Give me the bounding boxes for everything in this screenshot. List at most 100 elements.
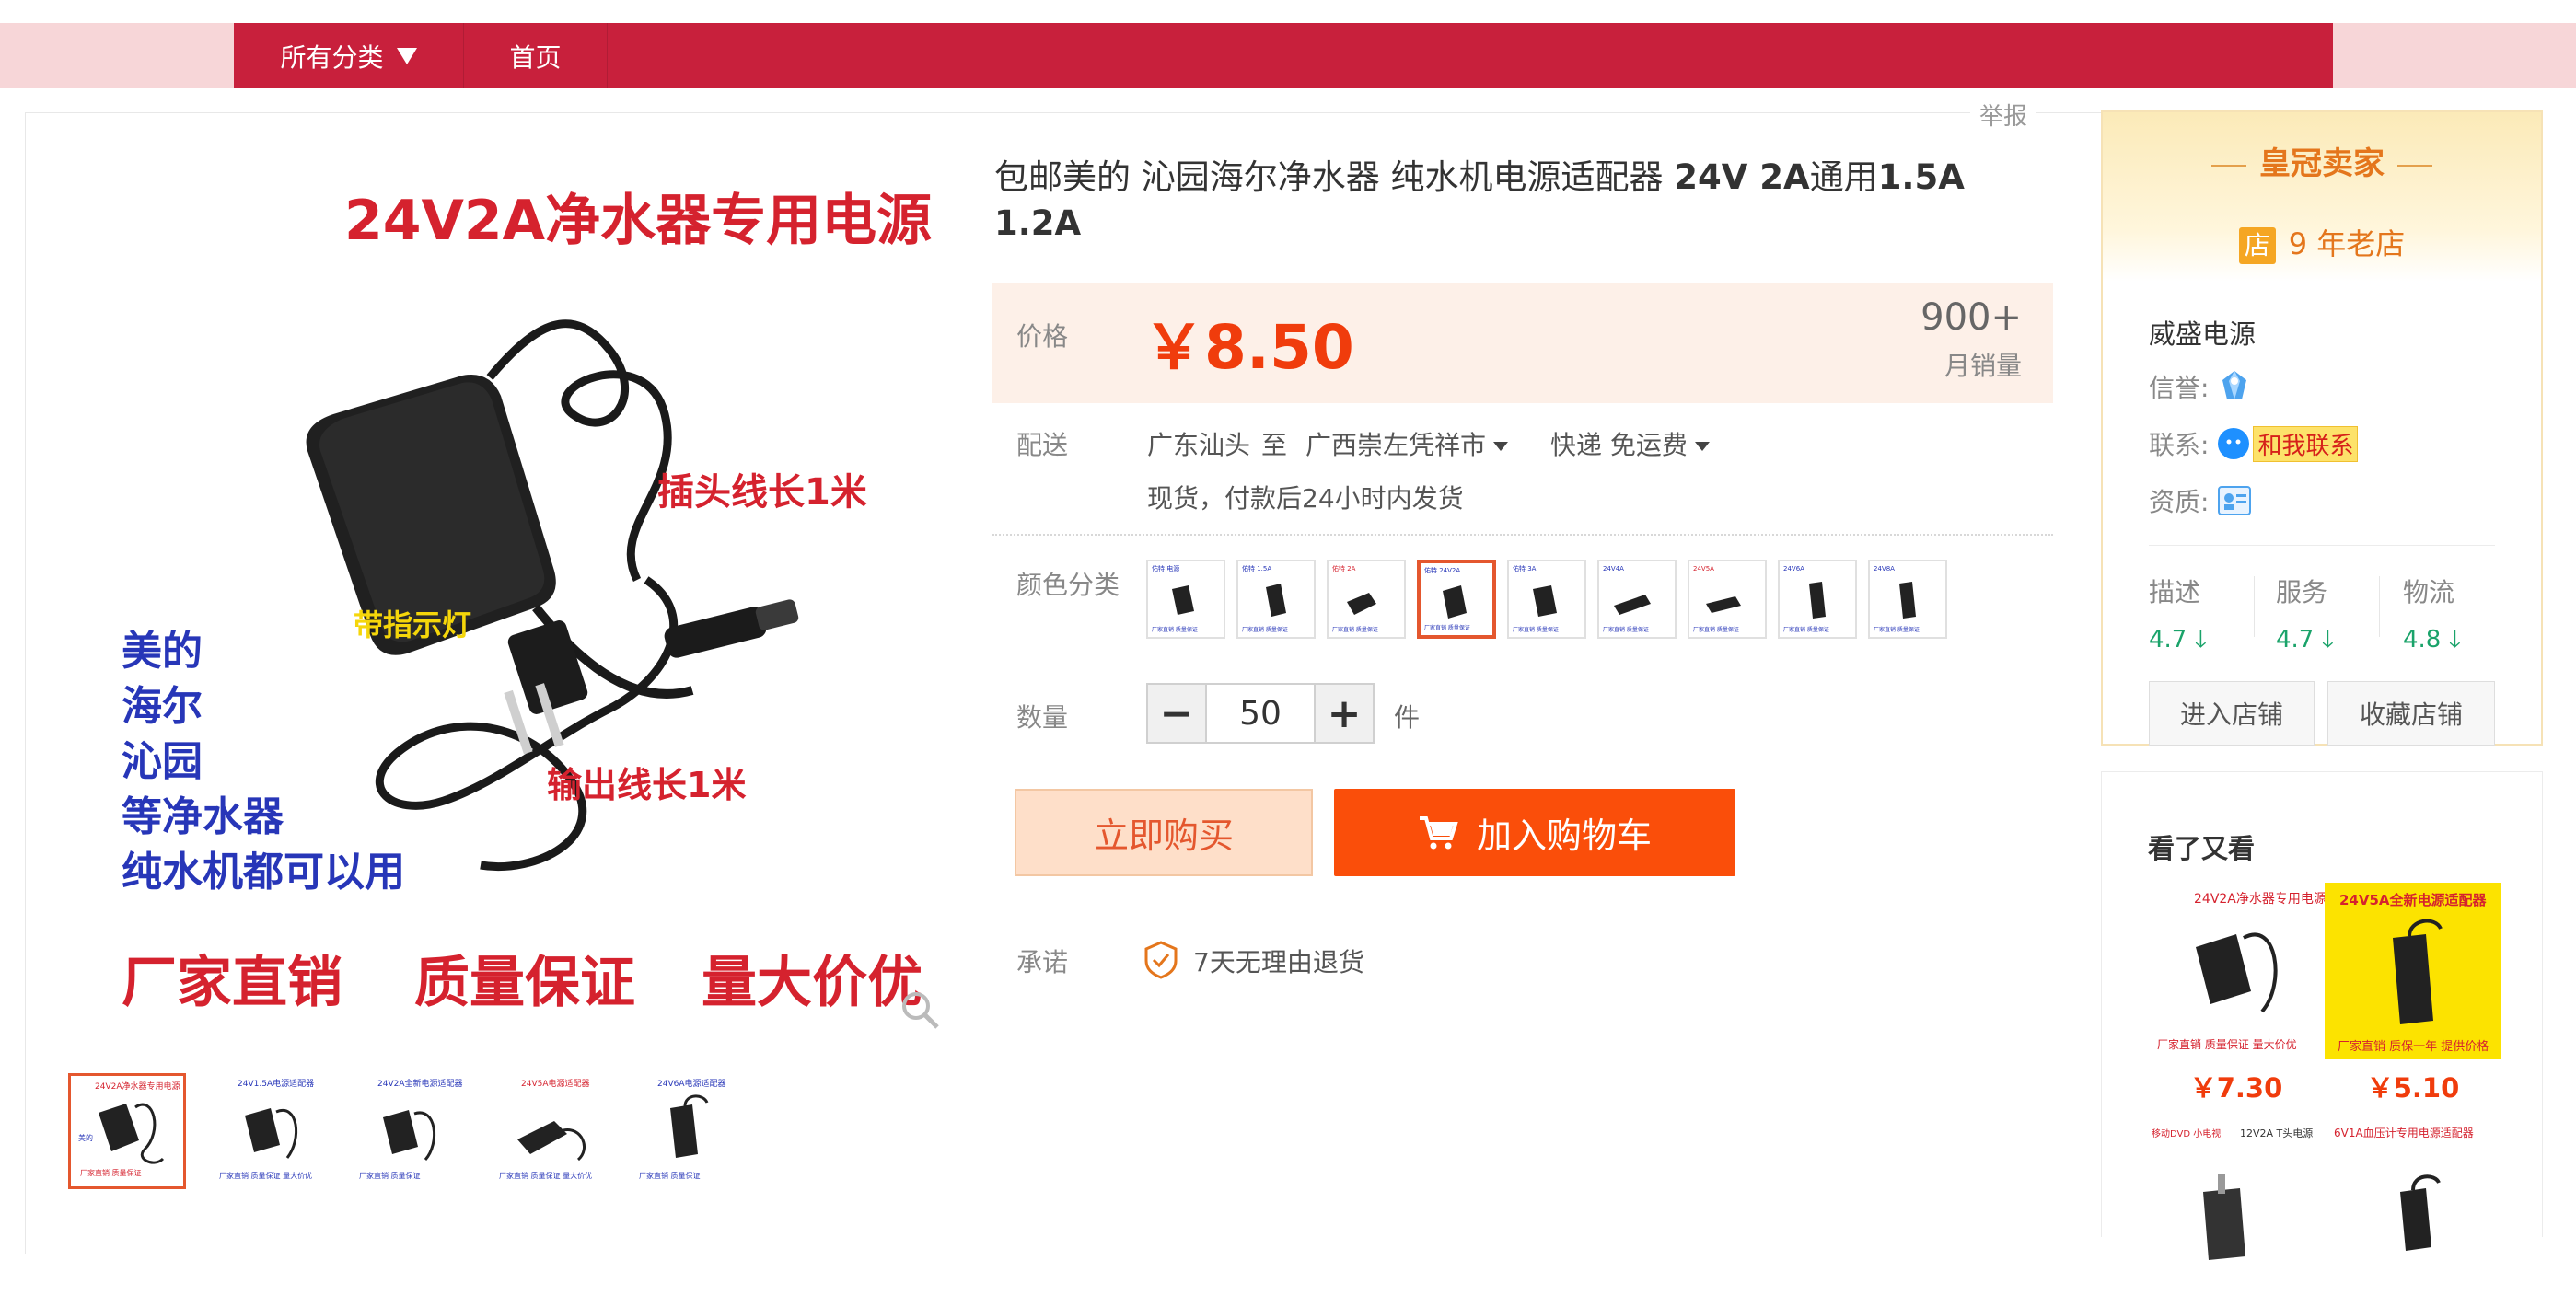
price-value: ￥8.50: [1143, 312, 1354, 383]
report-link[interactable]: 举报: [1970, 98, 2037, 132]
compat-line-5: 纯水机都可以用: [122, 849, 405, 896]
color-option[interactable]: 佑特 1.5A 厂家直销 质量保证: [1236, 560, 1316, 639]
reco-item[interactable]: 12V2A T头电源 移动DVD 小电视: [2148, 1118, 2325, 1295]
add-to-cart-label: 加入购物车: [1476, 815, 1652, 856]
compat-line-1: 美的: [122, 628, 203, 675]
crown-seller-label: 皇冠卖家: [2259, 145, 2385, 182]
chat-icon[interactable]: [2216, 426, 2251, 461]
store-age: 店 9 年老店: [2103, 221, 2541, 264]
buy-now-button[interactable]: 立即购买: [1015, 789, 1313, 876]
main-product-image[interactable]: 24V2A净水器专用电源 带指示灯 插头线长1米 输出线长1米 美的 海尔 沁园…: [57, 138, 978, 1040]
product-title: 包邮美的 沁园海尔净水器 纯水机电源适配器 24V 2A通用1.5A 1.2A: [994, 155, 2053, 247]
color-options: 佑特 电源 厂家直销 质量保证 佑特 1.5A 厂家直销 质量保证 佑特 2A 厂家直…: [1146, 560, 1947, 639]
caret-down-icon: [1694, 442, 1710, 451]
svg-text:24V6A: 24V6A: [1783, 565, 1804, 572]
svg-text:厂家直销 质量保证 量大价优: 厂家直销 质量保证 量大价优: [499, 1171, 592, 1180]
contact-label: 联系:: [2149, 430, 2210, 460]
contact-seller-button[interactable]: 和我联系: [2253, 425, 2359, 462]
top-nav: 所有分类 首页: [234, 23, 2333, 88]
svg-text:厂家直销 质量保证: 厂家直销 质量保证: [359, 1171, 421, 1180]
svg-text:24V2A全新电源适配器: 24V2A全新电源适配器: [377, 1078, 463, 1089]
nav-home-label: 首页: [509, 41, 562, 73]
recommendations-title: 看了又看: [2148, 833, 2256, 864]
shield-check-icon: [1143, 941, 1178, 979]
seller-divider: [2149, 545, 2495, 546]
color-option-selected[interactable]: 佑特 24V2A 厂家直销 质量保证: [1417, 560, 1496, 639]
color-option[interactable]: 24V6A 厂家直销 质量保证: [1778, 560, 1857, 639]
arrow-down-icon: 🡓: [2321, 626, 2335, 653]
svg-text:美的: 美的: [78, 1133, 93, 1142]
quantity-increase-button[interactable]: +: [1314, 683, 1375, 744]
reputation-row: 信誉:: [2149, 368, 2253, 405]
reco-price: ￥5.10: [2366, 1072, 2460, 1104]
reco-item[interactable]: 6V1A血压计专用电源适配器: [2325, 1118, 2501, 1295]
score-label: 描述: [2149, 577, 2201, 607]
delivery-destination-select[interactable]: 广西崇左凭祥市: [1305, 425, 1509, 462]
license-icon[interactable]: [2216, 482, 2253, 519]
indicator-label: 带指示灯: [354, 607, 471, 642]
score-service: 服务 4.7 🡓: [2276, 572, 2377, 663]
svg-text:厂家直销 质量保证: 厂家直销 质量保证: [1424, 624, 1470, 631]
title-bold-1: 24V 2A: [1674, 157, 1810, 197]
score-value: 4.7 🡓: [2149, 626, 2208, 653]
reco-item[interactable]: 24V2A净水器专用电源 厂家直销 质量保证 量大价优 ￥7.30: [2148, 883, 2325, 1105]
svg-text:24V2A净水器专用电源: 24V2A净水器专用电源: [2194, 892, 2325, 907]
color-option[interactable]: 佑特 3A 厂家直销 质量保证: [1507, 560, 1586, 639]
color-option[interactable]: 佑特 2A 厂家直销 质量保证: [1327, 560, 1406, 639]
shipping-select[interactable]: 快递 免运费: [1550, 425, 1710, 462]
quantity-decrease-button[interactable]: −: [1146, 683, 1207, 744]
reputation-label: 信誉:: [2149, 373, 2210, 403]
svg-text:移动DVD 小电视: 移动DVD 小电视: [2152, 1127, 2221, 1139]
svg-text:厂家直销 质量保证: 厂家直销 质量保证: [1783, 626, 1829, 633]
svg-text:24V4A: 24V4A: [1603, 565, 1624, 572]
promise-text: 7天无理由退货: [1193, 947, 1364, 977]
caret-down-icon: [1493, 442, 1509, 451]
svg-text:24V5A全新电源适配器: 24V5A全新电源适配器: [2339, 892, 2488, 908]
color-option[interactable]: 24V4A 厂家直销 质量保证: [1597, 560, 1677, 639]
svg-text:24V5A电源适配器: 24V5A电源适配器: [521, 1078, 590, 1089]
svg-text:厂家直销 质量保证: 厂家直销 质量保证: [1874, 626, 1920, 633]
shipping-method: 快递 免运费: [1550, 430, 1688, 460]
reco-item[interactable]: 24V5A全新电源适配器 厂家直销 质保一年 提供价格 ￥5.10: [2325, 883, 2501, 1105]
svg-text:厂家直销 质量保证: 厂家直销 质量保证: [1513, 626, 1559, 633]
color-option[interactable]: 佑特 电源 厂家直销 质量保证: [1146, 560, 1225, 639]
crown-gem-icon[interactable]: [2216, 368, 2253, 405]
svg-text:厂家直销 质量保证: 厂家直销 质量保证: [1693, 626, 1739, 633]
quantity-input[interactable]: 50: [1207, 683, 1314, 744]
gallery-thumb[interactable]: 24V6A电源适配器 厂家直销 质量保证: [628, 1073, 746, 1189]
qualification-label: 资质:: [2149, 487, 2210, 517]
seller-name[interactable]: 威盛电源: [2149, 313, 2256, 352]
nav-home-link[interactable]: 首页: [464, 23, 608, 88]
svg-text:厂家直销 质保一年 提供价格: 厂家直销 质保一年 提供价格: [2338, 1039, 2489, 1054]
color-option[interactable]: 24V5A 厂家直销 质量保证: [1688, 560, 1767, 639]
gallery-thumb[interactable]: 24V2A全新电源适配器厂家直销 质量保证: [348, 1073, 466, 1189]
score-label: 物流: [2403, 577, 2455, 607]
gallery-thumb[interactable]: 24V2A净水器专用电源 美的 厂家直销 质量保证: [68, 1073, 186, 1189]
svg-text:厂家直销 质量保证 量大价优: 厂家直销 质量保证 量大价优: [219, 1171, 312, 1180]
cart-icon: [1419, 815, 1458, 849]
all-categories-menu[interactable]: 所有分类: [234, 23, 464, 88]
slogan-3: 量大价优: [702, 951, 922, 1015]
all-categories-label: 所有分类: [280, 41, 384, 73]
svg-text:24V1.5A电源适配器: 24V1.5A电源适配器: [238, 1078, 314, 1089]
score-separator: [2379, 576, 2380, 637]
zoom-icon[interactable]: [899, 989, 941, 1031]
delivery-label: 配送: [1016, 430, 1069, 460]
add-to-cart-button[interactable]: 加入购物车: [1334, 789, 1735, 876]
score-value: 4.8 🡓: [2403, 626, 2462, 653]
favorite-store-button[interactable]: 收藏店铺: [2327, 681, 2495, 746]
color-option[interactable]: 24V8A 厂家直销 质量保证: [1868, 560, 1947, 639]
svg-text:厂家直销 质量保证: 厂家直销 质量保证: [1242, 626, 1288, 633]
enter-store-button[interactable]: 进入店铺: [2149, 681, 2315, 746]
gallery-thumb[interactable]: 24V5A电源适配器厂家直销 质量保证 量大价优: [488, 1073, 606, 1189]
svg-text:佑特 2A: 佑特 2A: [1332, 564, 1356, 572]
slogan-2: 质量保证: [414, 951, 635, 1015]
svg-text:厂家直销 质量保证: 厂家直销 质量保证: [1603, 626, 1649, 633]
store-icon: 店: [2238, 227, 2276, 264]
divider: [992, 534, 2053, 536]
quantity-label: 数量: [1016, 702, 1069, 733]
gallery-thumb[interactable]: 24V1.5A电源适配器厂家直销 质量保证 量大价优: [208, 1073, 326, 1189]
monthly-sales-count: 900+: [1920, 296, 2022, 339]
delivery-to-word: 至: [1261, 430, 1288, 460]
svg-text:佑特 1.5A: 佑特 1.5A: [1242, 564, 1271, 572]
